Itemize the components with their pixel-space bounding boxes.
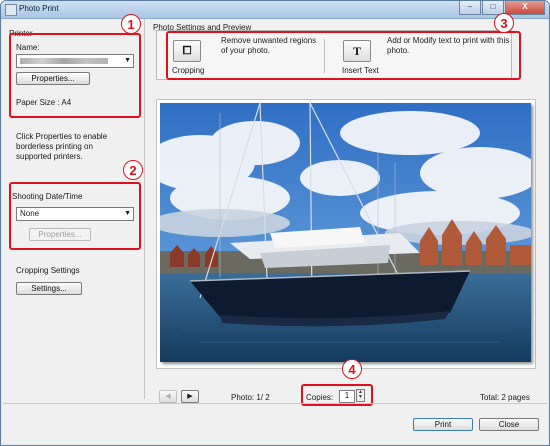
callout-badge-4: 4 xyxy=(342,359,362,379)
total-pages: Total: 2 pages xyxy=(480,393,530,402)
title-bar[interactable]: Photo Print – □ X xyxy=(1,1,549,19)
callout-badge-2: 2 xyxy=(123,160,143,180)
callout-box-2 xyxy=(9,182,141,250)
close-button[interactable]: Close xyxy=(479,418,539,431)
close-window-button[interactable]: X xyxy=(505,1,545,15)
callout-box-3 xyxy=(166,31,521,80)
callout-box-1 xyxy=(9,33,141,118)
info-line-2: borderless printing on xyxy=(16,142,93,151)
info-line-3: supported printers. xyxy=(16,152,83,161)
dialog-client: Printer Name: ▼ Properties... Paper Size… xyxy=(3,13,547,443)
callout-badge-3: 3 xyxy=(494,13,514,33)
window-title: Photo Print xyxy=(19,4,59,13)
cropping-settings-heading: Cropping Settings xyxy=(16,266,80,275)
photo-preview-frame xyxy=(156,99,536,369)
info-line-1: Click Properties to enable xyxy=(16,132,108,141)
photo-preview[interactable] xyxy=(160,103,531,362)
previous-photo-button[interactable]: ◀ xyxy=(159,390,177,403)
photo-print-window: Photo Print – □ X Printer Name: ▼ Proper… xyxy=(0,0,550,446)
cropping-settings-button[interactable]: Settings... xyxy=(16,282,82,295)
app-icon xyxy=(5,4,17,16)
next-photo-button[interactable]: ▶ xyxy=(181,390,199,403)
minimize-button[interactable]: – xyxy=(459,1,481,15)
print-button[interactable]: Print xyxy=(413,418,473,431)
footer-separator xyxy=(3,403,547,404)
photo-counter: Photo: 1/ 2 xyxy=(231,393,270,402)
harbor-sailboat-photo xyxy=(160,103,531,362)
callout-badge-1: 1 xyxy=(121,14,141,34)
